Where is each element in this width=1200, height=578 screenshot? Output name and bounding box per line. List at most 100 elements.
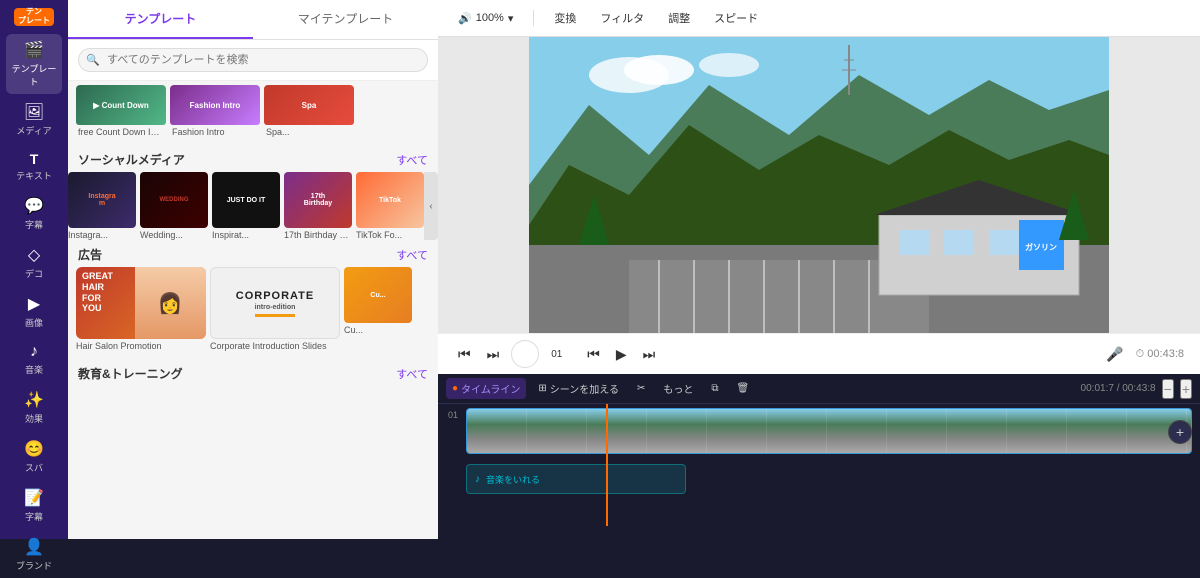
sidebar-item-label: テキスト — [16, 169, 52, 182]
edu-section-header: 教育&トレーニング すべて — [68, 359, 438, 386]
template-item-fashion[interactable]: Fashion Intro Fashion Intro — [170, 85, 260, 137]
template-label: Fashion Intro — [170, 125, 260, 137]
video-scene: ガソリン — [529, 37, 1109, 333]
template-panel: テンプレート マイテンプレート 🔍 ▶ Count Down free Coun… — [68, 0, 438, 539]
filter-btn[interactable]: フィルタ — [592, 6, 652, 30]
timeline-label-btn[interactable]: ● タイムライン — [446, 378, 526, 399]
search-input[interactable] — [78, 48, 428, 72]
tab-my-template[interactable]: マイテンプレート — [253, 0, 438, 39]
step-back-btn[interactable]: ⏭ — [483, 344, 504, 365]
timeline-add-btn[interactable]: + — [1168, 420, 1192, 444]
frame-6 — [767, 409, 827, 453]
template-card-hair[interactable]: GREATHAIRFORYOU 👩 Hair Salon Promotion — [76, 267, 206, 351]
tab-template[interactable]: テンプレート — [68, 0, 253, 39]
social-collapse-btn[interactable]: ‹ — [424, 172, 438, 240]
add-scene-btn[interactable]: ⊞ シーンを加える — [532, 378, 625, 399]
frame-8 — [887, 409, 947, 453]
sidebar-item-brand[interactable]: 👤 ブランド — [6, 531, 62, 578]
music-icon: ♪ — [30, 343, 38, 361]
more-btn[interactable]: もっと — [657, 378, 699, 399]
template-card-corporate[interactable]: CORPORATE intro-edition Corporate Introd… — [210, 267, 340, 351]
template-card-tiktok[interactable]: TikTok TikTok Fo... — [356, 172, 424, 240]
social-section-all[interactable]: すべて — [396, 152, 428, 168]
zoom-in-btn[interactable]: + — [1180, 379, 1192, 399]
chevron-down-icon: ▾ — [508, 12, 514, 25]
template-card-birthday[interactable]: 17thBirthday 17th Birthday W... — [284, 172, 352, 240]
education-section: 教育&トレーニング すべて — [68, 359, 438, 386]
adjust-label: 調整 — [668, 10, 690, 26]
filter-label: フィルタ — [600, 10, 644, 26]
template-icon: 🎬 — [24, 40, 44, 60]
template-card-wedding[interactable]: WEDDING Wedding... — [140, 172, 208, 240]
sidebar-item-label: 字幕 — [25, 510, 43, 523]
speed-label: スピード — [714, 10, 758, 26]
scissors-btn[interactable]: ✂ — [631, 380, 651, 397]
timeline-content: 01 — [438, 404, 1200, 539]
template-name: Cu... — [344, 325, 412, 335]
search-icon: 🔍 — [86, 54, 100, 67]
frame-3 — [587, 409, 647, 453]
sidebar-item-label: ブランド — [16, 559, 52, 572]
mic-btn[interactable]: 🎤 — [1102, 344, 1127, 365]
sidebar-item-sticker[interactable]: 😊 スバ — [6, 433, 62, 480]
sidebar-item-media[interactable]: 🖼 メディア — [6, 96, 62, 143]
audio-label: 音楽をいれる — [486, 473, 540, 486]
sidebar-item-music[interactable]: ♪ 音楽 — [6, 337, 62, 382]
template-name: Wedding... — [140, 230, 208, 240]
ads-template-row: GREATHAIRFORYOU 👩 Hair Salon Promotion C… — [68, 267, 438, 359]
edu-section-all[interactable]: すべて — [396, 366, 428, 382]
playhead[interactable] — [606, 404, 608, 526]
play-btn[interactable]: ▶ — [612, 344, 631, 365]
sidebar: テンプレート 🎬 テンプレート 🖼 メディア T テキスト 💬 字幕 ◇ デコ … — [0, 0, 68, 539]
skip-end-btn[interactable]: ⏭ — [639, 344, 660, 365]
social-section-header: ソーシャルメディア すべて — [68, 145, 438, 172]
sidebar-item-text[interactable]: T テキスト — [6, 145, 62, 188]
template-card-instagram[interactable]: Instagram Instagra... — [68, 172, 136, 240]
trash-icon: 🗑 — [736, 383, 749, 394]
sidebar-item-deco[interactable]: ◇ デコ — [6, 239, 62, 286]
text-icon: T — [30, 151, 39, 167]
frame-7 — [827, 409, 887, 453]
skip-start-btn[interactable]: ⏮ — [583, 344, 604, 365]
app-logo: テンプレート — [14, 8, 54, 26]
copy-btn[interactable]: ⧉ — [705, 380, 724, 397]
ads-section-all[interactable]: すべて — [396, 247, 428, 263]
preview-area: ガソリン — [438, 37, 1200, 333]
track-number: 01 — [446, 408, 460, 422]
delete-btn[interactable]: 🗑 — [730, 380, 755, 397]
adjust-btn[interactable]: 調整 — [660, 6, 698, 30]
music-note-icon: ♪ — [475, 474, 480, 485]
subtitle2-icon: 📝 — [24, 488, 44, 508]
sidebar-item-label: テンプレート — [10, 62, 58, 88]
skip-back-btn[interactable]: ⏮ — [454, 344, 475, 365]
sidebar-item-label: スバ — [25, 461, 43, 474]
sidebar-item-subtitle[interactable]: 💬 字幕 — [6, 190, 62, 237]
sidebar-item-subtitle2[interactable]: 📝 字幕 — [6, 482, 62, 529]
volume-label: 100% — [476, 12, 504, 24]
frame-10 — [1007, 409, 1067, 453]
social-template-scroll: Instagram Instagra... WEDDING Wedding... — [68, 172, 424, 240]
audio-track-container: ♪ 音楽をいれる — [466, 464, 686, 494]
speed-btn[interactable]: スピード — [706, 6, 766, 30]
video-track[interactable] — [466, 408, 1192, 454]
sidebar-item-label: メディア — [16, 124, 51, 137]
sidebar-item-effect[interactable]: ✨ 効果 — [6, 384, 62, 431]
template-card-cu[interactable]: Cu... Cu... — [344, 267, 412, 351]
timeline-area: ● タイムライン ⊞ シーンを加える ✂ もっと ⧉ 🗑 00:01:7 / 0… — [438, 374, 1200, 539]
zoom-out-btn[interactable]: − — [1162, 379, 1174, 399]
social-section-title: ソーシャルメディア — [78, 151, 185, 168]
sidebar-item-image[interactable]: ▶ 画像 — [6, 288, 62, 335]
ads-section-header: 広告 すべて — [68, 240, 438, 267]
video-preview: ガソリン — [529, 37, 1109, 333]
search-bar: 🔍 — [68, 40, 438, 81]
template-item-spa[interactable]: Spa Spa... — [264, 85, 354, 137]
template-card-inspiration[interactable]: JUST DO IT Inspirat... — [212, 172, 280, 240]
volume-btn[interactable]: 🔊 100% ▾ — [450, 8, 521, 29]
audio-track[interactable]: ♪ 音楽をいれる — [466, 464, 686, 494]
exchange-btn[interactable]: 変換 — [546, 6, 584, 30]
deco-icon: ◇ — [28, 245, 40, 265]
video-track-frames — [467, 409, 1191, 453]
sidebar-item-template[interactable]: 🎬 テンプレート — [6, 34, 62, 94]
template-item-countdown[interactable]: ▶ Count Down free Count Down Intro — [76, 85, 166, 137]
play-pause-btn[interactable]: ⏸ — [511, 340, 539, 368]
